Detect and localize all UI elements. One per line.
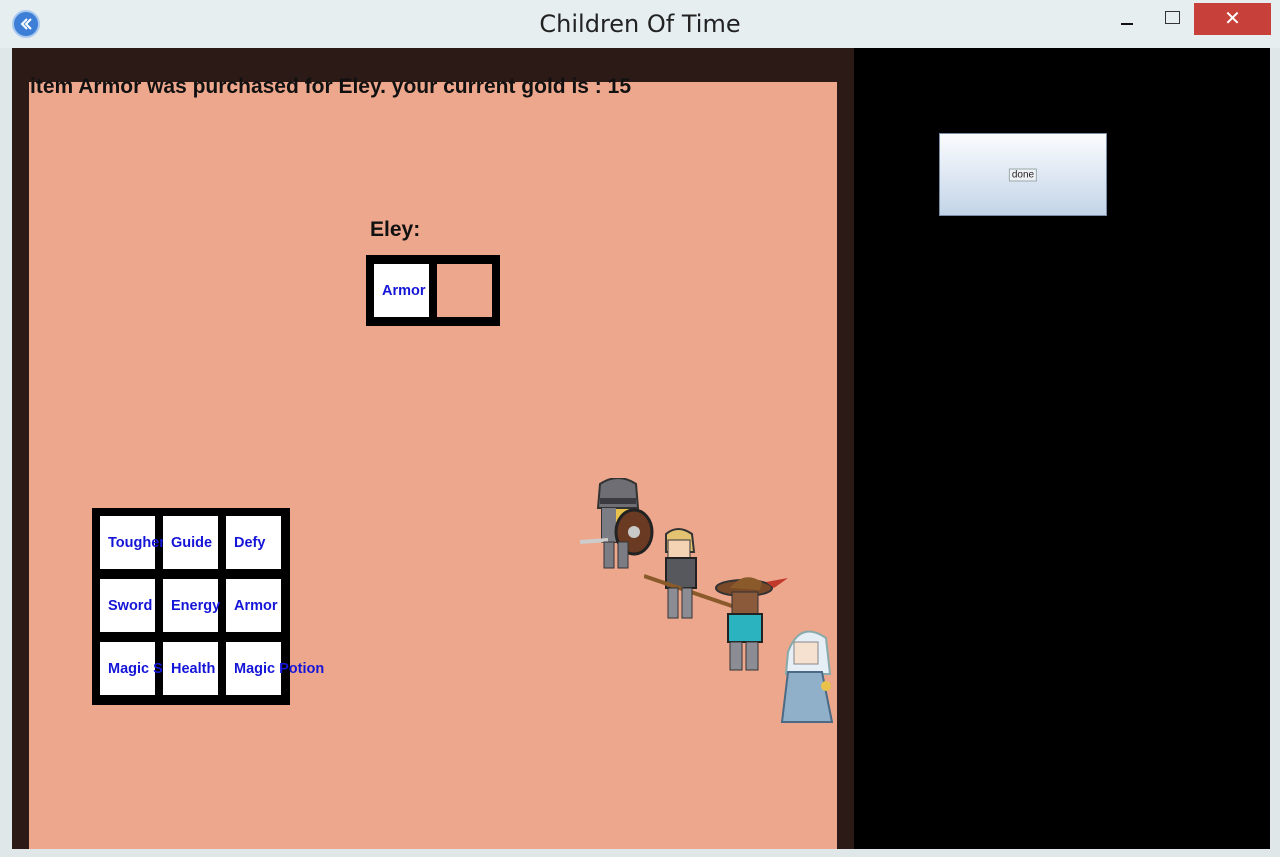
shop-item-grid: Tougher Guide Defy Sword Energy Armor Ma… <box>92 508 324 705</box>
shop-item[interactable]: Guide <box>163 516 218 569</box>
title-bar: Children Of Time ✕ <box>0 0 1280 48</box>
done-button-label: done <box>1008 168 1038 181</box>
shop-item-label: Magic Potion <box>234 660 325 677</box>
inventory-slot[interactable]: Armor <box>374 264 429 317</box>
shop-item[interactable]: Sword <box>100 579 155 632</box>
game-client: item Armor was purchased for Eley. your … <box>12 48 1270 849</box>
shop-item[interactable]: Energy <box>163 579 221 632</box>
shop-item-label: Magic S <box>108 660 163 677</box>
shop-item[interactable]: Armor <box>226 579 281 632</box>
shop-item-label: Armor <box>234 597 278 614</box>
shop-panel: item Armor was purchased for Eley. your … <box>12 48 854 849</box>
inventory-item-label: Armor <box>382 282 426 299</box>
shop-item[interactable]: Tougher <box>100 516 165 569</box>
hero-name: Eley: <box>370 218 421 241</box>
shop-item[interactable]: Health <box>163 642 218 695</box>
shop-item-label: Health <box>171 660 216 677</box>
window-title: Children Of Time <box>539 10 741 38</box>
done-button[interactable]: done <box>939 133 1107 216</box>
shop-floor <box>29 82 837 849</box>
shop-item-label: Defy <box>234 534 266 551</box>
shop-item[interactable]: Defy <box>226 516 281 569</box>
minimize-icon[interactable] <box>1110 4 1144 34</box>
purchase-status-message: item Armor was purchased for Eley. your … <box>30 75 631 98</box>
close-icon[interactable]: ✕ <box>1194 3 1271 35</box>
shop-item-label: Energy <box>171 597 221 614</box>
hero-inventory: Armor <box>366 255 500 326</box>
shop-item-label: Tougher <box>108 534 165 551</box>
mage-sprite <box>780 630 834 723</box>
shop-item[interactable]: Magic Potion <box>226 642 324 695</box>
inventory-slot-empty[interactable] <box>437 264 492 317</box>
shop-item-label: Sword <box>108 597 153 614</box>
shop-item[interactable]: Magic S <box>100 642 163 695</box>
shop-item-label: Guide <box>171 534 213 551</box>
maximize-icon[interactable] <box>1156 4 1190 34</box>
